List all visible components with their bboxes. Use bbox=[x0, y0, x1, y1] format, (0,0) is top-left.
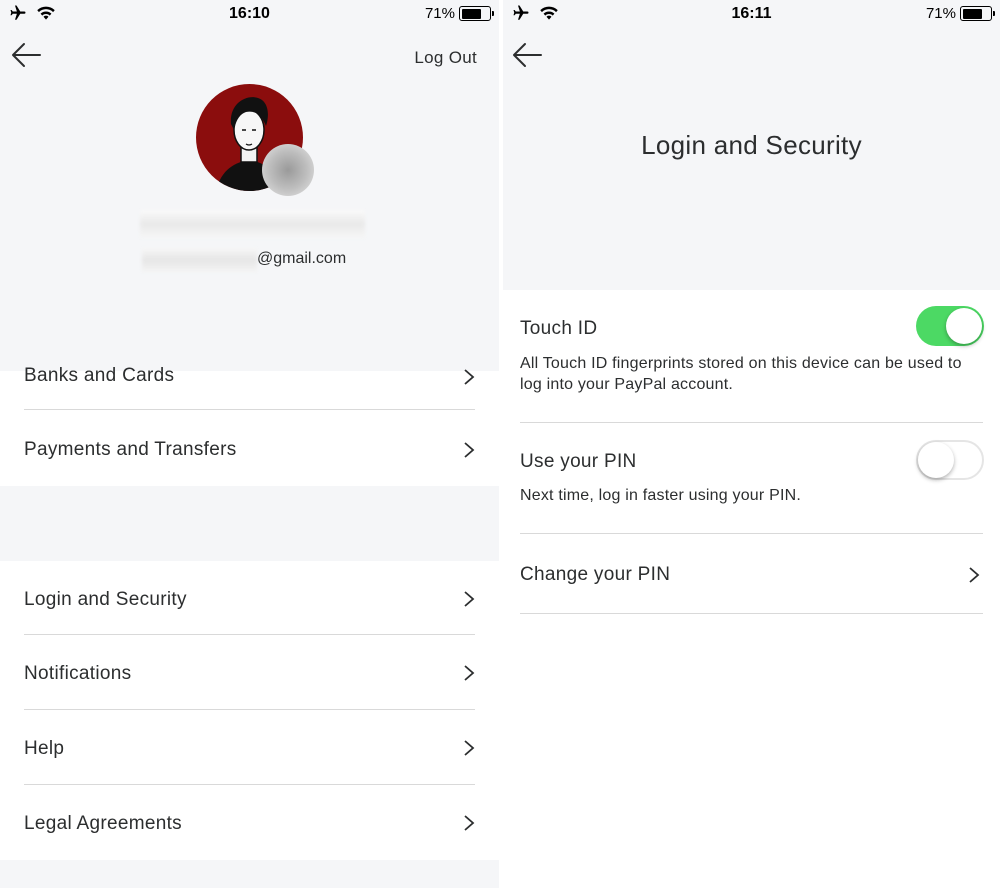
back-arrow-icon[interactable] bbox=[10, 40, 42, 70]
use-pin-title: Use your PIN bbox=[520, 451, 637, 472]
change-pin-row[interactable]: Change your PIN bbox=[503, 534, 1000, 613]
menu-item-payments-and-transfers[interactable]: Payments and Transfers bbox=[0, 410, 499, 486]
section-separator bbox=[0, 486, 499, 561]
divider bbox=[520, 613, 983, 614]
back-arrow-icon[interactable] bbox=[511, 40, 543, 70]
chevron-right-icon bbox=[969, 567, 980, 583]
user-name-redacted bbox=[140, 210, 365, 238]
touch-id-title: Touch ID bbox=[520, 318, 598, 339]
touch-id-toggle[interactable] bbox=[916, 306, 984, 346]
touch-id-description: All Touch ID fingerprints stored on this… bbox=[520, 355, 962, 393]
chevron-right-icon bbox=[464, 665, 475, 681]
use-pin-setting: Use your PIN Next time, log in faster us… bbox=[520, 451, 983, 506]
bottom-separator bbox=[0, 860, 499, 888]
email-redacted bbox=[142, 248, 257, 272]
use-pin-description: Next time, log in faster using your PIN. bbox=[520, 487, 801, 504]
login-security-screen: 16:11 71% Login and Security Touch ID Al… bbox=[503, 0, 1000, 888]
chevron-right-icon bbox=[464, 740, 475, 756]
battery-percent: 71% bbox=[925, 5, 956, 22]
chevron-right-icon bbox=[464, 591, 475, 607]
menu-item-label: Notifications bbox=[24, 663, 132, 684]
profile-screen: 16:10 71% Log Out @gmail.com Banks and C… bbox=[0, 0, 499, 888]
menu-item-legal-agreements[interactable]: Legal Agreements bbox=[0, 785, 499, 858]
toggle-knob bbox=[918, 442, 954, 478]
chevron-right-icon bbox=[464, 442, 475, 458]
touch-id-setting: Touch ID All Touch ID fingerprints store… bbox=[520, 318, 983, 395]
toggle-knob bbox=[946, 308, 982, 344]
chevron-right-icon bbox=[464, 815, 475, 831]
divider bbox=[520, 422, 983, 423]
menu-item-banks-and-cards[interactable]: Banks and Cards bbox=[0, 365, 499, 409]
avatar-edit-badge[interactable] bbox=[262, 144, 314, 196]
battery-percent: 71% bbox=[424, 5, 455, 22]
page-title: Login and Security bbox=[641, 130, 862, 160]
menu-item-label: Payments and Transfers bbox=[24, 439, 237, 460]
status-bar: 16:11 71% bbox=[503, 0, 1000, 30]
battery-icon bbox=[960, 6, 995, 21]
menu-item-login-and-security[interactable]: Login and Security bbox=[0, 561, 499, 634]
logout-button[interactable]: Log Out bbox=[414, 48, 477, 68]
email-domain: @gmail.com bbox=[257, 250, 347, 267]
battery-icon bbox=[459, 6, 494, 21]
menu-item-help[interactable]: Help bbox=[0, 710, 499, 783]
menu-item-notifications[interactable]: Notifications bbox=[0, 635, 499, 708]
chevron-right-icon bbox=[464, 369, 475, 385]
menu-item-label: Banks and Cards bbox=[24, 365, 175, 386]
change-pin-label: Change your PIN bbox=[520, 564, 671, 585]
menu-item-label: Login and Security bbox=[24, 589, 187, 610]
menu-item-label: Legal Agreements bbox=[24, 813, 182, 834]
status-bar: 16:10 71% bbox=[0, 0, 499, 30]
use-pin-toggle[interactable] bbox=[916, 440, 984, 480]
menu-item-label: Help bbox=[24, 738, 65, 759]
